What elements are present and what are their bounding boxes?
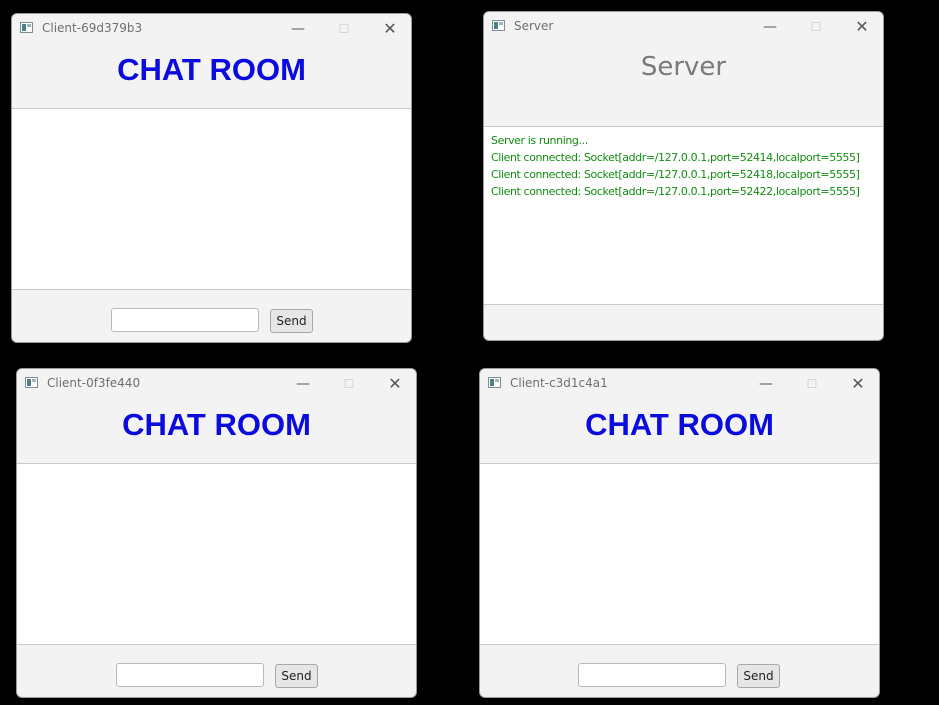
title-bar[interactable]: Client-69d379b3 — ☐ ✕ [12, 14, 411, 44]
app-icon [20, 22, 33, 33]
log-line: Client connected: Socket[addr=/127.0.0.1… [491, 168, 860, 181]
minimize-icon[interactable]: — [759, 17, 781, 37]
maximize-icon[interactable]: ☐ [801, 374, 823, 394]
server-heading: Server [640, 52, 727, 82]
minimize-icon[interactable]: — [287, 19, 309, 39]
close-icon[interactable]: ✕ [847, 374, 869, 394]
client-window-3: Client-c3d1c4a1 — ☐ ✕ CHAT ROOM Send [479, 368, 880, 698]
log-line: Client connected: Socket[addr=/127.0.0.1… [491, 151, 860, 164]
maximize-icon[interactable]: ☐ [805, 17, 827, 37]
client-window-2: Client-0f3fe440 — ☐ ✕ CHAT ROOM Send [16, 368, 417, 698]
client-window-1: Client-69d379b3 — ☐ ✕ CHAT ROOM Send [11, 13, 412, 343]
minimize-icon[interactable]: — [755, 374, 777, 394]
server-log-area[interactable]: Server is running... Client connected: S… [484, 126, 883, 305]
chat-messages-area[interactable] [17, 463, 416, 645]
window-title: Server [514, 19, 554, 33]
send-button[interactable]: Send [275, 664, 318, 688]
message-input[interactable] [116, 663, 264, 687]
chat-messages-area[interactable] [480, 463, 879, 645]
app-icon [492, 20, 505, 31]
chat-header: CHAT ROOM [480, 399, 879, 463]
close-icon[interactable]: ✕ [384, 374, 406, 394]
chat-room-title: CHAT ROOM [585, 407, 774, 442]
message-input[interactable] [111, 308, 259, 332]
title-bar[interactable]: Server — ☐ ✕ [484, 12, 883, 42]
close-icon[interactable]: ✕ [851, 17, 873, 37]
message-input[interactable] [578, 663, 726, 687]
server-window: Server — ☐ ✕ Server Server is running...… [483, 11, 884, 341]
title-bar[interactable]: Client-c3d1c4a1 — ☐ ✕ [480, 369, 879, 399]
maximize-icon[interactable]: ☐ [338, 374, 360, 394]
close-icon[interactable]: ✕ [379, 19, 401, 39]
title-bar[interactable]: Client-0f3fe440 — ☐ ✕ [17, 369, 416, 399]
log-line: Client connected: Socket[addr=/127.0.0.1… [491, 185, 860, 198]
log-line: Server is running... [491, 134, 588, 147]
chat-header: CHAT ROOM [17, 399, 416, 463]
chat-messages-area[interactable] [12, 108, 411, 290]
send-button[interactable]: Send [270, 309, 313, 333]
chat-room-title: CHAT ROOM [122, 407, 311, 442]
maximize-icon[interactable]: ☐ [333, 19, 355, 39]
window-title: Client-0f3fe440 [47, 376, 141, 390]
chat-header: CHAT ROOM [12, 44, 411, 108]
app-icon [488, 377, 501, 388]
app-icon [25, 377, 38, 388]
chat-room-title: CHAT ROOM [117, 52, 306, 87]
window-title: Client-c3d1c4a1 [510, 376, 608, 390]
minimize-icon[interactable]: — [292, 374, 314, 394]
send-button[interactable]: Send [737, 664, 780, 688]
window-title: Client-69d379b3 [42, 21, 143, 35]
